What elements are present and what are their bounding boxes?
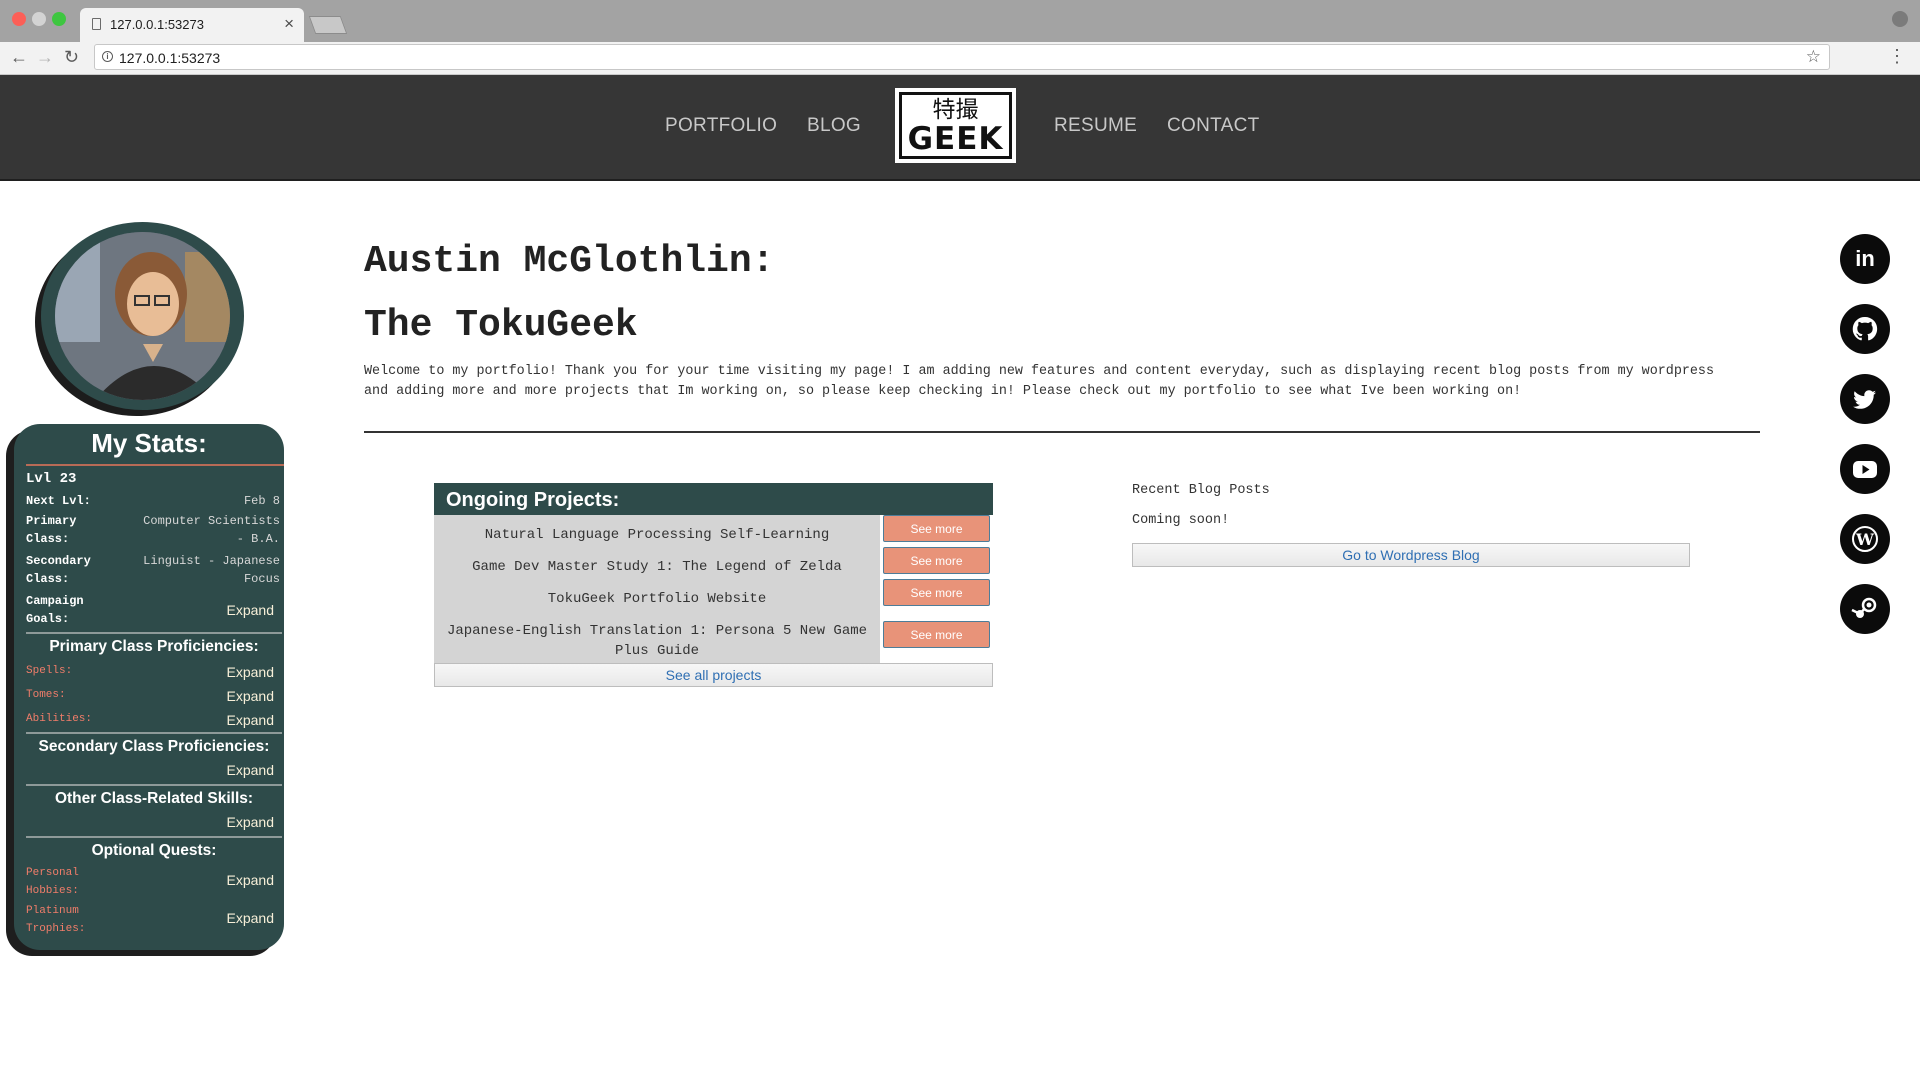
- tab-close-icon[interactable]: ×: [284, 14, 294, 34]
- see-more-button[interactable]: See more: [883, 547, 990, 574]
- campaign-goals-label: Campaign Goals:: [26, 594, 84, 626]
- stats-panel: My Stats: Lvl 23 Next Lvl: Feb 8 Primary…: [14, 424, 284, 950]
- projects-heading: Ongoing Projects:: [434, 483, 993, 515]
- stats-title: My Stats:: [91, 428, 207, 458]
- nav-contact[interactable]: CONTACT: [1167, 115, 1260, 137]
- page-title: Austin McGlothlin:: [364, 240, 775, 283]
- nav-resume[interactable]: RESUME: [1054, 115, 1137, 137]
- youtube-icon[interactable]: [1840, 444, 1890, 494]
- see-more-button[interactable]: See more: [883, 515, 990, 542]
- wordpress-icon[interactable]: W: [1840, 514, 1890, 564]
- linkedin-icon[interactable]: in: [1840, 234, 1890, 284]
- abilities-expand[interactable]: Expand: [227, 712, 274, 728]
- window-minimize-button[interactable]: [32, 12, 46, 26]
- project-item: Natural Language Processing Self-Learnin…: [484, 527, 830, 543]
- twitter-icon[interactable]: [1840, 374, 1890, 424]
- spells-label: Spells:: [26, 665, 73, 677]
- steam-icon[interactable]: [1840, 584, 1890, 634]
- level-text: Lvl 23: [26, 471, 77, 487]
- secondary-proficiencies-heading: Secondary Class Proficiencies:: [38, 738, 270, 755]
- github-icon[interactable]: [1840, 304, 1890, 354]
- project-item: Game Dev Master Study 1: The Legend of Z…: [472, 559, 842, 575]
- window-maximize-button[interactable]: [52, 12, 66, 26]
- wordpress-blog-button[interactable]: Go to Wordpress Blog: [1132, 543, 1690, 567]
- profile-icon[interactable]: [1892, 11, 1908, 27]
- browser-tabstrip: 127.0.0.1:53273 ×: [0, 0, 1920, 42]
- platinum-trophies-label: Platinum Trophies:: [26, 905, 86, 935]
- projects-list: Natural Language Processing Self-Learnin…: [434, 515, 880, 665]
- linkedin-label: in: [1855, 246, 1875, 271]
- other-skills-expand[interactable]: Expand: [227, 814, 274, 830]
- browser-toolbar: ← → ↻ i 127.0.0.1:53273 ☆ ⋮: [0, 42, 1920, 75]
- ongoing-projects-panel: Ongoing Projects: Natural Language Proce…: [434, 483, 993, 687]
- window-close-button[interactable]: [12, 12, 26, 26]
- blog-heading: Recent Blog Posts: [1132, 483, 1270, 498]
- bookmark-star-icon[interactable]: ☆: [1806, 47, 1821, 67]
- logo-word: GEEK: [907, 121, 1004, 157]
- browser-tab[interactable]: 127.0.0.1:53273 ×: [80, 8, 304, 42]
- profile-photo: [55, 232, 230, 400]
- tomes-label: Tomes:: [26, 689, 66, 701]
- svg-text:W: W: [1855, 530, 1875, 549]
- site-logo[interactable]: 特撮 GEEK: [895, 88, 1016, 163]
- secondary-proficiencies-expand[interactable]: Expand: [227, 762, 274, 778]
- reload-icon[interactable]: ↻: [64, 47, 79, 67]
- new-tab-button[interactable]: [308, 16, 348, 34]
- project-item: TokuGeek Portfolio Website: [547, 591, 767, 607]
- info-icon[interactable]: i: [102, 51, 113, 62]
- spells-expand[interactable]: Expand: [227, 664, 274, 680]
- see-all-projects-button[interactable]: See all projects: [434, 663, 993, 687]
- secondary-class-value: Linguist - Japanese Focus: [143, 554, 280, 586]
- intro-text: Welcome to my portfolio! Thank you for y…: [364, 364, 1714, 399]
- nav-blog[interactable]: BLOG: [807, 115, 861, 137]
- see-more-button[interactable]: See more: [883, 621, 990, 648]
- divider: [364, 431, 1760, 433]
- tomes-expand[interactable]: Expand: [227, 688, 274, 704]
- primary-class-value: Computer Scientists - B.A.: [143, 514, 280, 546]
- primary-class-label: Primary Class:: [26, 514, 77, 546]
- logo-kanji: 特撮: [932, 97, 979, 123]
- secondary-class-label: Secondary Class:: [26, 554, 91, 586]
- optional-quests-heading: Optional Quests:: [91, 842, 217, 859]
- platinum-trophies-expand[interactable]: Expand: [227, 910, 274, 926]
- next-level-value: Feb 8: [243, 494, 280, 508]
- personal-hobbies-expand[interactable]: Expand: [227, 872, 274, 888]
- blog-status: Coming soon!: [1132, 513, 1230, 528]
- other-skills-heading: Other Class-Related Skills:: [54, 790, 254, 807]
- address-bar-url: 127.0.0.1:53273: [119, 50, 221, 66]
- address-bar[interactable]: i 127.0.0.1:53273 ☆: [94, 44, 1830, 70]
- project-item: Japanese-English Translation 1: Persona …: [446, 623, 868, 659]
- tab-title: 127.0.0.1:53273: [110, 17, 204, 32]
- page-icon: [92, 18, 101, 30]
- forward-icon[interactable]: →: [36, 47, 54, 67]
- page-subtitle: The TokuGeek: [364, 304, 638, 347]
- primary-proficiencies-heading: Primary Class Proficiencies:: [49, 638, 259, 655]
- personal-hobbies-label: Personal Hobbies:: [26, 867, 79, 897]
- next-level-label: Next Lvl:: [26, 494, 91, 508]
- site-header: PORTFOLIO BLOG 特撮 GEEK RESUME CONTACT: [0, 75, 1920, 181]
- browser-menu-icon[interactable]: ⋮: [1888, 46, 1906, 67]
- avatar: [41, 222, 244, 410]
- campaign-goals-expand[interactable]: Expand: [227, 602, 274, 618]
- nav-portfolio[interactable]: PORTFOLIO: [665, 115, 777, 137]
- abilities-label: Abilities:: [26, 713, 93, 725]
- see-more-button[interactable]: See more: [883, 579, 990, 606]
- back-icon[interactable]: ←: [10, 47, 28, 67]
